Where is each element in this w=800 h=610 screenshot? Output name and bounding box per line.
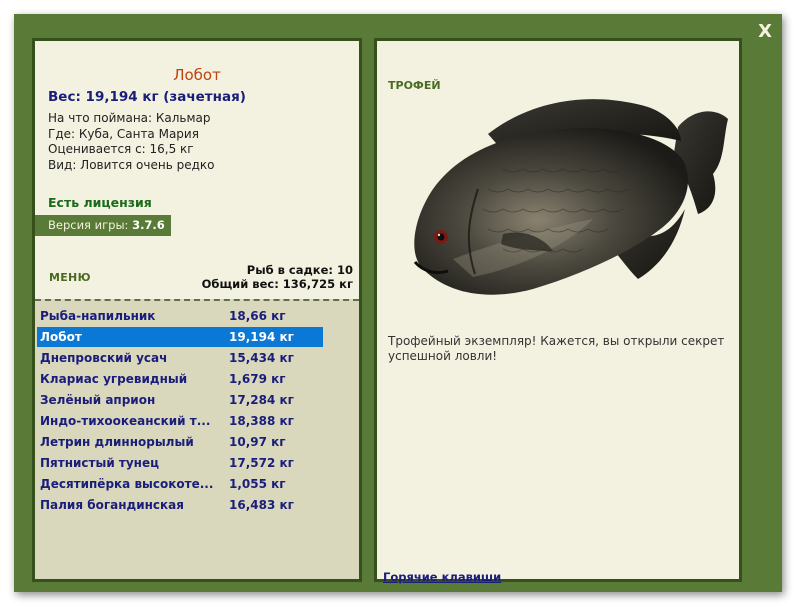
catch-list-row[interactable]: Индо-тихоокеанский т... 18,388 кг	[37, 411, 323, 431]
bait-line: На что поймана: Кальмар	[48, 111, 211, 125]
fish-name: Лобот	[173, 66, 221, 84]
catch-fish-name: Днепровский усач	[40, 351, 168, 365]
catch-fish-weight: 16,483 кг	[229, 498, 294, 512]
catch-fish-name: Клариас угревидный	[40, 372, 188, 386]
license-status: Есть лицензия	[48, 195, 152, 210]
catch-list: Рыба-напильник 18,66 кг Лобот 19,194 кг Днеп…	[35, 299, 359, 579]
catch-list-row[interactable]: Десятипёрка высокоте... 1,055 кг	[37, 474, 323, 494]
catch-fish-name: Зелёный априон	[40, 393, 156, 407]
catch-fish-weight: 1,055 кг	[229, 477, 286, 491]
catch-fish-weight: 15,434 кг	[229, 351, 294, 365]
catch-list-row[interactable]: Клариас угревидный 1,679 кг	[37, 369, 323, 389]
location-line: Где: Куба, Санта Мария	[48, 126, 199, 141]
catch-list-row[interactable]: Пятнистый тунец 17,572 кг	[37, 453, 323, 473]
catch-fish-weight: 18,388 кг	[229, 414, 294, 428]
fish-image	[413, 99, 728, 295]
catch-fish-name: Рыба-напильник	[40, 309, 156, 323]
catch-list-row[interactable]: Днепровский усач 15,434 кг	[37, 348, 323, 368]
catch-fish-weight: 1,679 кг	[229, 372, 286, 386]
catch-fish-name: Пятнистый тунец	[40, 456, 160, 470]
menu-button[interactable]: МЕНЮ	[49, 271, 91, 284]
catch-list-row[interactable]: Палия богандинская 16,483 кг	[37, 495, 323, 515]
catch-fish-name: Лобот	[40, 330, 82, 344]
cage-total-weight: Общий вес: 136,725 кг	[201, 277, 353, 291]
version-label: Версия игры:	[48, 218, 133, 232]
value-line: Оценивается с: 16,5 кг	[48, 142, 194, 156]
catch-list-row[interactable]: Летрин длиннорылый 10,97 кг	[37, 432, 323, 452]
catch-fish-name: Десятипёрка высокоте...	[40, 477, 214, 491]
catch-fish-weight: 19,194 кг	[229, 330, 294, 344]
version-value: 3.7.6	[132, 218, 165, 232]
close-button[interactable]: X	[758, 22, 772, 42]
kind-line: Вид: Ловится очень редко	[48, 157, 215, 172]
version-badge: Версия игры: 3.7.6	[35, 215, 171, 236]
catch-list-row[interactable]: Рыба-напильник 18,66 кг	[37, 306, 323, 326]
fish-weight: Вес: 19,194 кг (зачетная)	[48, 89, 246, 105]
catch-fish-weight: 17,572 кг	[229, 456, 294, 470]
fish-info: На что поймана: Кальмар Где: Куба, Санта…	[48, 111, 214, 173]
trophy-description: Трофейный экземпляр! Кажется, вы открыли…	[388, 334, 725, 363]
trophy-panel: ТРОФЕЙ Трофейный экземпляр! Кажется, вы …	[374, 38, 742, 584]
cage-count: Рыб в садке: 10	[246, 263, 353, 277]
catch-fish-name: Летрин длиннорылый	[40, 435, 194, 449]
hotkeys-link[interactable]: Горячие клавиши	[383, 570, 501, 584]
fish-info-window: X Лобот Вес: 19,194 кг (зачетная) На что…	[14, 14, 782, 592]
catch-fish-weight: 10,97 кг	[229, 435, 286, 449]
catch-fish-name: Индо-тихоокеанский т...	[40, 414, 211, 428]
fish-details-panel: Лобот Вес: 19,194 кг (зачетная) На что п…	[32, 38, 362, 582]
catch-fish-weight: 17,284 кг	[229, 393, 294, 407]
cage-summary: Рыб в садке: 10 Общий вес: 136,725 кг	[202, 263, 353, 291]
catch-list-row[interactable]: Зелёный априон 17,284 кг	[37, 390, 323, 410]
catch-fish-weight: 18,66 кг	[229, 309, 286, 323]
catch-list-row[interactable]: Лобот 19,194 кг	[37, 327, 323, 347]
catch-fish-name: Палия богандинская	[40, 498, 184, 512]
